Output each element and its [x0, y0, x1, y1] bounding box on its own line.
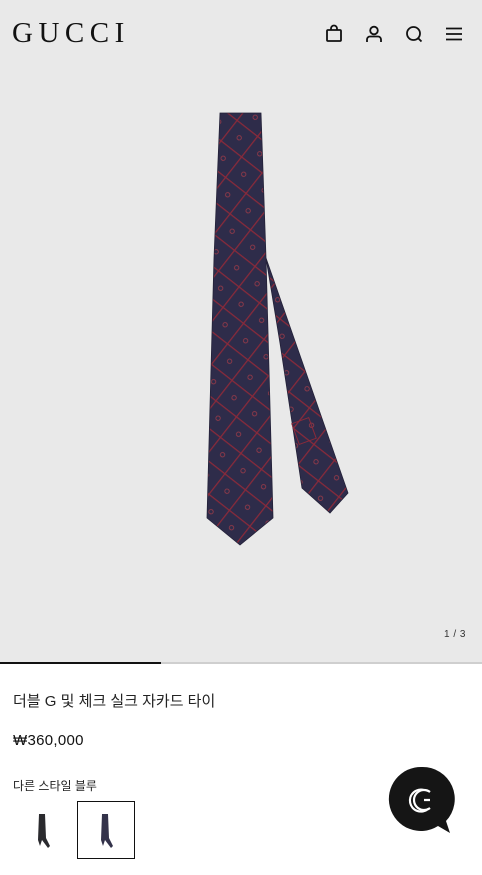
tie-product-image	[206, 112, 349, 546]
chat-button[interactable]	[388, 765, 456, 833]
style-variant-label: 다른 스타일 블루	[13, 779, 97, 793]
gallery-progress-bar	[0, 662, 482, 664]
search-icon[interactable]	[402, 22, 426, 46]
tie-thumbnail-icon	[101, 814, 113, 848]
gallery-progress-fill	[0, 662, 161, 664]
gg-chat-icon	[388, 766, 455, 833]
style-swatch-dark[interactable]	[14, 801, 72, 859]
product-title: 더블 G 및 체크 실크 자카드 타이	[13, 693, 216, 710]
product-price: ₩360,000	[13, 732, 84, 749]
site-header: GUCCI	[0, 0, 482, 68]
account-icon[interactable]	[362, 22, 386, 46]
gucci-logo[interactable]: GUCCI	[12, 17, 130, 49]
tie-thumbnail-icon	[38, 814, 50, 848]
image-counter: 1 / 3	[444, 629, 466, 640]
shopping-bag-icon[interactable]	[322, 22, 346, 46]
menu-icon[interactable]	[442, 22, 466, 46]
product-gallery[interactable]: GUCCI 1 / 3	[0, 0, 482, 663]
style-swatch-selected[interactable]	[77, 801, 135, 859]
